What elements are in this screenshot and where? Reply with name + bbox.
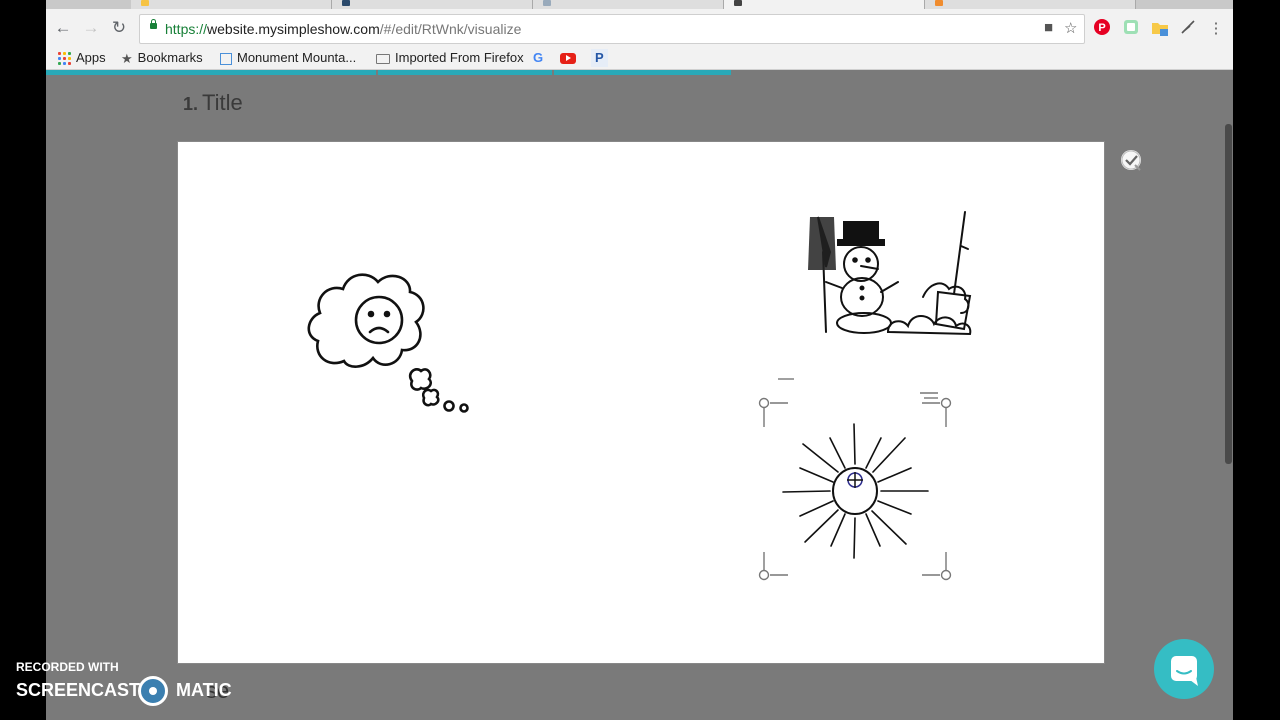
bookmarks-bar: Apps ★ Bookmarks Monument Mounta... Impor…	[46, 47, 1233, 70]
bookmark-apps[interactable]: Apps	[58, 49, 106, 67]
extension-icon[interactable]	[1121, 19, 1141, 39]
bookmark-monument-label: Monument Mounta...	[237, 50, 357, 65]
url-path: /#/edit/RtWnk/visualize	[379, 21, 522, 37]
svg-text:P: P	[1098, 22, 1105, 34]
tab-strip	[46, 0, 1233, 9]
youtube-icon	[560, 53, 576, 65]
scene-canvas[interactable]	[177, 141, 1105, 664]
tab[interactable]	[131, 0, 332, 9]
chat-button[interactable]	[1154, 639, 1214, 699]
pinterest-icon[interactable]: P	[1092, 19, 1112, 39]
watermark-left-text: SCREENCAST	[16, 680, 141, 700]
url-text: https://website.mysimpleshow.com/#/edit/…	[165, 21, 521, 37]
lock-icon	[150, 19, 157, 29]
folder-icon	[376, 53, 390, 64]
scene-progress-bar	[46, 70, 731, 75]
tab[interactable]	[533, 0, 724, 9]
watermark-right-text: MATIC	[176, 680, 232, 700]
bookmark-bookmarks[interactable]: ★ Bookmarks	[121, 49, 203, 67]
watermark-top-text: RECORDED WITH	[16, 660, 119, 674]
sun-image[interactable]	[782, 423, 929, 559]
bookmark-google[interactable]: G	[533, 49, 543, 67]
tab-favicon-icon	[935, 0, 943, 6]
address-bar[interactable]: https://website.mysimpleshow.com/#/edit/…	[139, 14, 1085, 44]
tab-favicon-icon	[734, 0, 742, 6]
bookmark-monument[interactable]: Monument Mounta...	[220, 49, 356, 67]
bookmark-imported-label: Imported From Firefox	[395, 50, 524, 65]
camera-icon[interactable]: ■	[1044, 19, 1053, 36]
screencast-logo-icon	[138, 676, 168, 706]
progress-divider	[552, 70, 554, 75]
bookmark-p[interactable]: P	[591, 49, 608, 67]
apps-grid-icon	[58, 52, 71, 66]
p-icon: P	[595, 50, 604, 65]
tab-favicon-icon	[342, 0, 350, 6]
url-host: website.mysimpleshow.com	[207, 21, 380, 37]
menu-icon[interactable]: ⋮	[1206, 19, 1226, 39]
star-icon[interactable]: ☆	[1064, 19, 1077, 37]
progress-divider	[376, 70, 378, 75]
scene-title-text: Title	[202, 90, 243, 115]
feather-icon[interactable]	[1178, 19, 1198, 39]
tab[interactable]	[332, 0, 533, 9]
star-icon: ★	[121, 50, 133, 66]
folder-badge-icon[interactable]	[1150, 19, 1170, 39]
screencast-watermark: RECORDED WITH SCREENCAST MATIC	[16, 660, 256, 710]
move-cursor-icon	[847, 472, 863, 488]
snowman-with-shovel-image[interactable]	[808, 211, 972, 336]
approve-check-icon[interactable]	[1121, 150, 1141, 171]
forward-arrow-icon[interactable]: →	[81, 18, 101, 38]
url-scheme: https://	[165, 21, 208, 37]
sad-thought-cloud-image[interactable]	[307, 273, 469, 413]
tab-favicon-icon	[543, 0, 551, 6]
browser-toolbar: ← → ↻ https://website.mysimpleshow.com/#…	[46, 9, 1233, 47]
scene-title[interactable]: 1. Title	[183, 90, 243, 116]
bookmark-apps-label: Apps	[76, 50, 106, 65]
browser-window: ← → ↻ https://website.mysimpleshow.com/#…	[46, 0, 1233, 720]
bookmark-youtube[interactable]	[560, 49, 576, 67]
bookmark-imported[interactable]: Imported From Firefox	[376, 49, 524, 67]
reload-icon[interactable]: ↻	[109, 18, 129, 38]
back-arrow-icon[interactable]: ←	[53, 18, 73, 38]
google-icon: G	[533, 50, 544, 65]
tab-active[interactable]	[724, 0, 925, 9]
scene-number: 1.	[183, 94, 199, 114]
page-icon	[220, 52, 232, 65]
bookmark-bookmarks-label: Bookmarks	[137, 50, 203, 65]
scrollbar[interactable]	[1225, 124, 1232, 464]
tab-favicon-icon	[141, 0, 149, 6]
tab[interactable]	[925, 0, 1136, 9]
